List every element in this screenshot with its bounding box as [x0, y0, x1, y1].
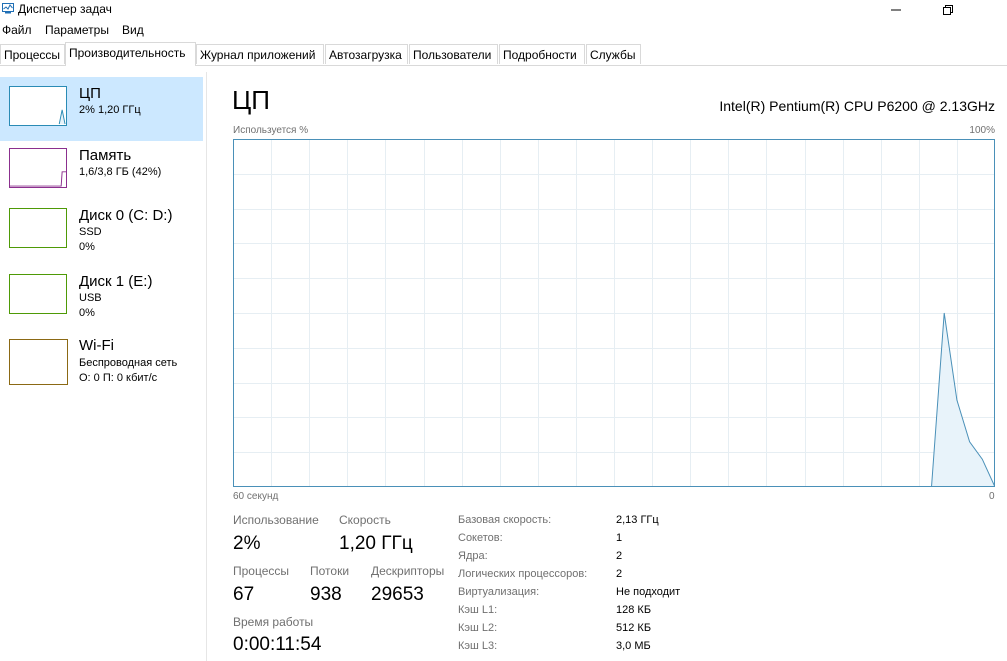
usage-value: 2%: [233, 533, 261, 554]
threads-label: Потоки: [310, 564, 350, 578]
sidebar-item-cpu[interactable]: ЦП 2% 1,20 ГГц: [0, 77, 203, 141]
sidebar-item-disk-1[interactable]: Диск 1 (E:) USB 0%: [0, 269, 203, 333]
tab-processes[interactable]: Процессы: [0, 44, 65, 64]
spec-value-l2-cache: 512 КБ: [616, 622, 652, 634]
tab-users[interactable]: Пользователи: [409, 44, 498, 64]
sidebar-item-disk-0[interactable]: Диск 0 (C: D:) SSD 0%: [0, 203, 203, 267]
usage-label: Использование: [233, 513, 319, 527]
graph-grid: [233, 139, 995, 487]
spec-label-l2-cache: Кэш L2:: [458, 622, 498, 634]
sidebar-item-usage: 0%: [79, 241, 95, 253]
menu-file[interactable]: Файл: [2, 24, 32, 36]
sidebar-item-title: Wi-Fi: [79, 337, 114, 354]
menu-options[interactable]: Параметры: [45, 24, 109, 36]
tab-details[interactable]: Подробности: [499, 44, 585, 64]
sidebar-item-title: Диск 0 (C: D:): [79, 207, 173, 224]
tab-services[interactable]: Службы: [586, 44, 641, 64]
handles-value: 29653: [371, 584, 424, 605]
y-axis-label: Используется %: [233, 125, 309, 136]
tab-app-history[interactable]: Журнал приложений: [196, 44, 324, 64]
sidebar-item-usage: 0%: [79, 307, 95, 319]
y-axis-max: 100%: [969, 125, 995, 136]
window-title: Диспетчер задач: [18, 2, 112, 16]
uptime-label: Время работы: [233, 615, 314, 629]
x-axis-min: 0: [989, 491, 995, 502]
spec-value-l1-cache: 128 КБ: [616, 604, 652, 616]
spec-label-base-speed: Базовая скорость:: [458, 514, 552, 526]
sidebar-item-wifi[interactable]: Wi-Fi Беспроводная сеть О: 0 П: 0 кбит/с: [0, 334, 203, 398]
minimize-button[interactable]: [876, 0, 916, 20]
tab-performance[interactable]: Производительность: [65, 42, 196, 66]
tab-bar: Процессы Производительность Журнал прило…: [0, 42, 1007, 66]
spec-label-cores: Ядра:: [458, 550, 488, 562]
spec-value-l3-cache: 3,0 МБ: [616, 640, 651, 652]
speed-value: 1,20 ГГц: [339, 533, 413, 554]
spec-label-l1-cache: Кэш L1:: [458, 604, 498, 616]
spec-value-logical-processors: 2: [616, 568, 623, 580]
sidebar-item-detail: 2% 1,20 ГГц: [79, 104, 141, 116]
processes-label: Процессы: [233, 564, 290, 578]
spec-label-l3-cache: Кэш L3:: [458, 640, 498, 652]
memory-thumbnail-graph: [9, 148, 67, 188]
sidebar-item-title: ЦП: [79, 85, 101, 102]
sidebar-item-type: USB: [79, 292, 102, 304]
uptime-value: 0:00:11:54: [233, 634, 322, 655]
tab-startup[interactable]: Автозагрузка: [325, 44, 408, 64]
title-bar: Диспетчер задач: [0, 0, 1007, 20]
maximize-button[interactable]: [928, 0, 968, 20]
disk-thumbnail-graph: [9, 274, 67, 314]
sidebar-item-memory[interactable]: Память 1,6/3,8 ГБ (42%): [0, 143, 203, 207]
spec-value-base-speed: 2,13 ГГц: [616, 514, 659, 526]
disk-thumbnail-graph: [9, 208, 67, 248]
spec-value-sockets: 1: [616, 532, 623, 544]
spec-label-sockets: Сокетов:: [458, 532, 503, 544]
x-axis-label: 60 секунд: [233, 491, 279, 502]
speed-label: Скорость: [339, 513, 391, 527]
restore-icon: [943, 5, 953, 15]
spec-label-virtualization: Виртуализация:: [458, 586, 540, 598]
sidebar-item-type: SSD: [79, 226, 102, 238]
sidebar-item-type: Беспроводная сеть: [79, 357, 178, 369]
menu-bar: Файл Параметры Вид: [0, 21, 1007, 40]
sidebar-item-throughput: О: 0 П: 0 кбит/с: [79, 372, 158, 384]
sidebar: ЦП 2% 1,20 ГГц Память 1,6/3,8 ГБ (42%) Д…: [0, 72, 207, 661]
minimize-icon: [891, 9, 901, 11]
cpu-thumbnail-graph: [9, 86, 67, 126]
spec-value-virtualization: Не подходит: [616, 586, 681, 598]
menu-view[interactable]: Вид: [122, 24, 144, 36]
sidebar-item-title: Диск 1 (E:): [79, 273, 153, 290]
network-thumbnail-graph: [9, 339, 68, 385]
sidebar-item-title: Память: [79, 147, 132, 164]
spec-value-cores: 2: [616, 550, 623, 562]
cpu-usage-graph: [233, 139, 995, 487]
threads-value: 938: [310, 584, 342, 605]
cpu-model: Intel(R) Pentium(R) CPU P6200 @ 2.13GHz: [719, 98, 995, 114]
page-title: ЦП: [232, 85, 270, 115]
handles-label: Дескрипторы: [371, 564, 445, 578]
task-manager-icon: [2, 3, 14, 14]
sidebar-item-detail: 1,6/3,8 ГБ (42%): [79, 166, 162, 178]
spec-label-logical-processors: Логических процессоров:: [458, 568, 588, 580]
processes-value: 67: [233, 584, 255, 605]
